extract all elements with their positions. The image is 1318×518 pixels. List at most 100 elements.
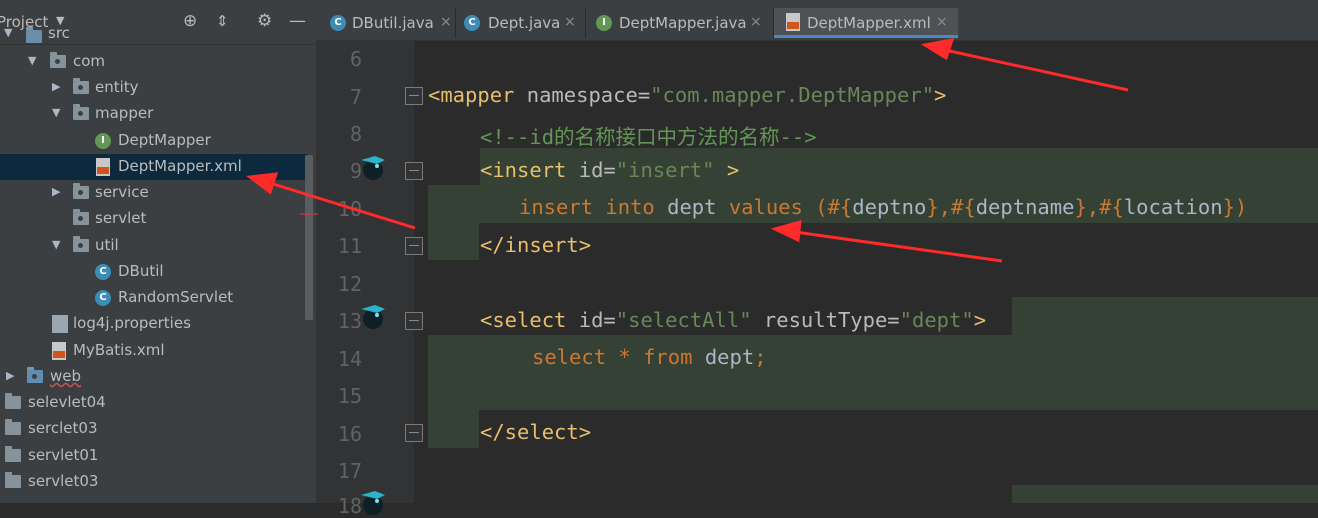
chevron-right-icon[interactable]: ▶ bbox=[52, 185, 60, 198]
mybatis-bird-icon[interactable] bbox=[355, 152, 391, 182]
line-number: 14 bbox=[337, 347, 362, 371]
tree-item-dbutil[interactable]: C DButil bbox=[0, 259, 308, 285]
xml-attribute-value: "com.mapper.DeptMapper" bbox=[650, 83, 935, 107]
tree-item-serclet03[interactable]: serclet03 bbox=[0, 416, 308, 442]
chevron-down-icon[interactable]: ▼ bbox=[28, 54, 36, 67]
tree-item-com[interactable]: ▼ com bbox=[0, 49, 308, 75]
module-folder-icon bbox=[5, 472, 21, 488]
project-scrollbar[interactable] bbox=[305, 155, 313, 320]
tree-item-service[interactable]: ▶ service bbox=[0, 180, 308, 206]
xml-attribute-value: "insert" bbox=[615, 158, 715, 182]
tree-item-servlet03[interactable]: servlet03 bbox=[0, 469, 308, 495]
highlight-line-16 bbox=[428, 410, 479, 448]
fold-marker[interactable] bbox=[405, 87, 423, 105]
class-icon: C bbox=[95, 290, 111, 306]
xml-tag: > bbox=[934, 83, 947, 107]
tree-item-label: servlet01 bbox=[28, 446, 99, 464]
xml-tag: </select> bbox=[480, 420, 592, 444]
xml-tag: <mapper bbox=[428, 83, 527, 107]
line-number: 7 bbox=[349, 85, 362, 109]
class-icon: C bbox=[95, 264, 111, 280]
fold-marker[interactable] bbox=[405, 237, 423, 255]
code-line-13[interactable]: <select id="selectAll" resultType="dept"… bbox=[480, 308, 986, 332]
line-number: 6 bbox=[349, 47, 362, 71]
xml-attribute-value: "dept" bbox=[899, 308, 974, 332]
line-number: 16 bbox=[337, 422, 362, 446]
tree-item-label: DeptMapper.xml bbox=[118, 157, 242, 175]
tab-dept-java[interactable]: C Dept.java × bbox=[456, 8, 584, 38]
sql-keyword: insert into bbox=[519, 195, 668, 219]
package-icon bbox=[73, 104, 89, 120]
sql-punct: (#{ bbox=[815, 195, 853, 219]
close-icon[interactable]: × bbox=[750, 14, 762, 30]
close-icon[interactable]: × bbox=[564, 14, 576, 30]
fold-marker[interactable] bbox=[405, 162, 423, 180]
tree-item-servlet01[interactable]: servlet01 bbox=[0, 443, 308, 469]
xml-tag: > bbox=[973, 308, 987, 332]
xml-attribute: id= bbox=[578, 308, 616, 332]
tree-item-entity[interactable]: ▶ entity bbox=[0, 75, 308, 101]
fold-marker[interactable] bbox=[405, 424, 423, 442]
highlight-line-11 bbox=[428, 223, 479, 260]
sql-punct: ; bbox=[754, 345, 767, 369]
tree-item-randomservlet[interactable]: C RandomServlet bbox=[0, 285, 308, 311]
tree-item-label: selevlet04 bbox=[28, 393, 106, 411]
code-line-16[interactable]: </select> bbox=[480, 420, 591, 444]
tree-item-mybatis-xml[interactable]: MyBatis.xml bbox=[0, 338, 308, 364]
properties-file-icon bbox=[52, 315, 68, 333]
chevron-right-icon[interactable]: ▶ bbox=[52, 80, 60, 93]
code-line-10[interactable]: insert into dept values (#{deptno},#{dep… bbox=[519, 195, 1247, 219]
interface-icon: I bbox=[596, 15, 612, 31]
line-number: 12 bbox=[337, 272, 362, 296]
tree-item-util[interactable]: ▼ util bbox=[0, 233, 308, 259]
chevron-down-icon[interactable]: ▼ bbox=[4, 26, 12, 39]
mybatis-bird-icon[interactable] bbox=[355, 301, 391, 331]
tree-item-label: serclet03 bbox=[28, 419, 98, 437]
tree-item-selevlet04[interactable]: selevlet04 bbox=[0, 390, 308, 416]
arrow-to-sql-line bbox=[794, 230, 1003, 263]
chevron-right-icon[interactable]: ▶ bbox=[6, 369, 14, 382]
code-line-8[interactable]: <!--id的名称接口中方法的名称--> bbox=[480, 120, 817, 150]
sql-param: location bbox=[1123, 195, 1223, 219]
tree-item-deptmapper-xml[interactable]: DeptMapper.xml bbox=[0, 154, 308, 180]
tree-item-src[interactable]: ▼ src bbox=[0, 24, 308, 50]
code-line-11[interactable]: </insert> bbox=[480, 233, 591, 257]
tab-label: DButil.java bbox=[352, 14, 434, 32]
close-icon[interactable]: × bbox=[936, 14, 948, 30]
chevron-down-icon[interactable]: ▼ bbox=[52, 106, 60, 119]
arrow-head bbox=[770, 219, 802, 243]
tree-item-label: service bbox=[95, 183, 149, 201]
tab-deptmapper-xml[interactable]: DeptMapper.xml × bbox=[774, 8, 958, 38]
code-line-14[interactable]: select * from dept; bbox=[532, 345, 767, 369]
package-icon bbox=[73, 209, 89, 225]
tree-item-label: log4j.properties bbox=[73, 314, 191, 332]
tree-item-label: src bbox=[48, 24, 70, 42]
package-icon bbox=[73, 78, 89, 94]
chevron-down-icon[interactable]: ▼ bbox=[52, 238, 60, 251]
line-number: 10 bbox=[337, 197, 362, 221]
line-number: 15 bbox=[337, 384, 362, 408]
tree-item-mapper[interactable]: ▼ mapper bbox=[0, 101, 308, 127]
tree-item-log4j-properties[interactable]: log4j.properties bbox=[0, 311, 308, 337]
close-icon[interactable]: × bbox=[440, 14, 452, 30]
tree-item-label: DeptMapper bbox=[118, 131, 211, 149]
fold-marker[interactable] bbox=[405, 312, 423, 330]
line-number: 11 bbox=[337, 234, 362, 258]
tree-item-deptmapper[interactable]: I DeptMapper bbox=[0, 128, 308, 154]
xml-file-icon bbox=[786, 13, 800, 31]
module-folder-icon bbox=[5, 393, 21, 409]
tab-deptmapper-java[interactable]: I DeptMapper.java × bbox=[586, 8, 772, 38]
sql-table: dept bbox=[704, 345, 755, 369]
tree-item-web[interactable]: ▶ web bbox=[0, 364, 308, 390]
tab-dbutil-java[interactable]: C DButil.java × bbox=[324, 8, 454, 38]
mybatis-bird-icon[interactable] bbox=[355, 487, 391, 517]
web-folder-icon bbox=[27, 367, 43, 383]
tree-item-servlet[interactable]: servlet bbox=[0, 206, 308, 232]
module-folder-icon bbox=[5, 419, 21, 435]
line-number: 17 bbox=[337, 459, 362, 483]
code-line-7[interactable]: <mapper namespace="com.mapper.DeptMapper… bbox=[428, 83, 946, 107]
class-icon: C bbox=[464, 15, 480, 31]
code-line-9[interactable]: <insert id="insert" > bbox=[480, 158, 739, 182]
sql-param: deptname bbox=[975, 195, 1075, 219]
tab-label: DeptMapper.xml bbox=[807, 14, 931, 32]
